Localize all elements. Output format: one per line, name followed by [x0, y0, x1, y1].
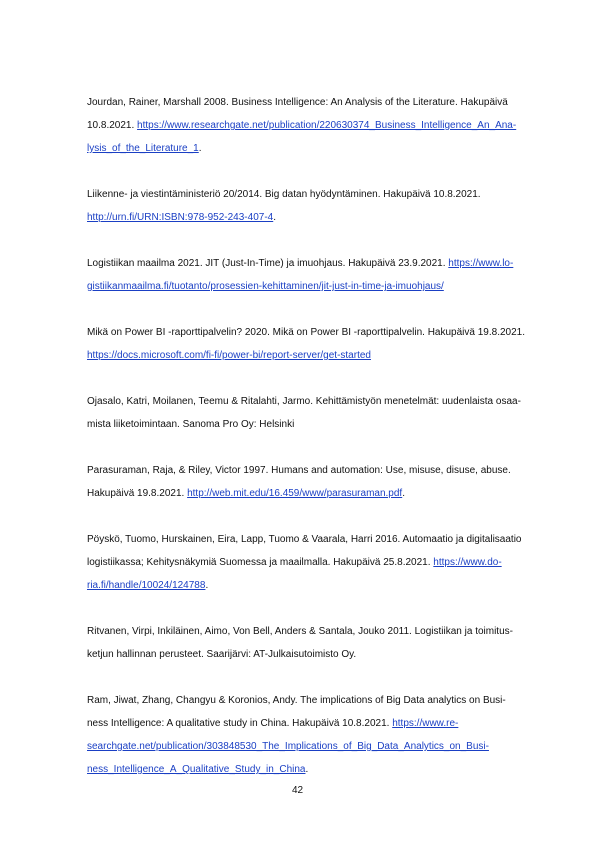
reference-text: Jourdan, Rainer, Marshall 2008. Business… [87, 97, 508, 108]
reference-line: Hakupäivä 19.8.2021. http://web.mit.edu/… [87, 482, 512, 505]
reference-text: Ojasalo, Katri, Moilanen, Teemu & Ritala… [87, 396, 521, 407]
reference-entry: Ojasalo, Katri, Moilanen, Teemu & Ritala… [87, 390, 521, 436]
reference-link[interactable]: https://www.lo- [448, 258, 513, 269]
reference-text: Liikenne- ja viestintäministeriö 20/2014… [87, 189, 481, 200]
reference-line: Ritvanen, Virpi, Inkiläinen, Aimo, Von B… [87, 620, 513, 643]
reference-line: Ram, Jiwat, Zhang, Changyu & Koronios, A… [87, 689, 512, 712]
reference-entry: Ritvanen, Virpi, Inkiläinen, Aimo, Von B… [87, 620, 513, 666]
reference-entry: Liikenne- ja viestintäministeriö 20/2014… [87, 183, 512, 229]
reference-text: logistiikassa; Kehitysnäkymiä Suomessa j… [87, 557, 434, 568]
reference-entry: Jourdan, Rainer, Marshall 2008. Business… [87, 91, 516, 160]
reference-line: https://docs.microsoft.com/fi-fi/power-b… [87, 344, 512, 367]
reference-entry: Mikä on Power BI -raporttipalvelin? 2020… [87, 321, 525, 367]
reference-line: Mikä on Power BI -raporttipalvelin? 2020… [87, 321, 525, 344]
reference-line: Jourdan, Rainer, Marshall 2008. Business… [87, 91, 512, 114]
reference-link[interactable]: searchgate.net/publication/303848530_The… [87, 741, 489, 752]
document-page: Jourdan, Rainer, Marshall 2008. Business… [0, 0, 595, 841]
reference-link[interactable]: ness_Intelligence_A_Qualitative_Study_in… [87, 764, 305, 775]
reference-link[interactable]: https://www.do- [433, 557, 501, 568]
reference-line: 10.8.2021. https://www.researchgate.net/… [87, 114, 516, 137]
reference-line: Pöyskö, Tuomo, Hurskainen, Eira, Lapp, T… [87, 528, 522, 551]
reference-link[interactable]: gistiikanmaailma.fi/tuotanto/prosessien-… [87, 281, 444, 292]
reference-text: Hakupäivä 19.8.2021. [87, 488, 188, 499]
reference-line: Liikenne- ja viestintäministeriö 20/2014… [87, 183, 512, 206]
reference-text: Ritvanen, Virpi, Inkiläinen, Aimo, Von B… [87, 626, 513, 637]
reference-line: Parasuraman, Raja, & Riley, Victor 1997.… [87, 459, 512, 482]
reference-line: ness Intelligence: A qualitative study i… [87, 712, 512, 735]
reference-entry: Ram, Jiwat, Zhang, Changyu & Koronios, A… [87, 689, 512, 781]
reference-punctuation: . [305, 764, 309, 775]
reference-list: Jourdan, Rainer, Marshall 2008. Business… [87, 91, 525, 804]
reference-text: Logistiikan maailma 2021. JIT (Just-In-T… [87, 258, 449, 269]
reference-entry: Logistiikan maailma 2021. JIT (Just-In-T… [87, 252, 513, 298]
reference-line: ketjun hallinnan perusteet. Saarijärvi: … [87, 643, 512, 666]
reference-text: Mikä on Power BI -raporttipalvelin? 2020… [87, 327, 526, 338]
reference-entry: Parasuraman, Raja, & Riley, Victor 1997.… [87, 459, 512, 505]
reference-line: Logistiikan maailma 2021. JIT (Just-In-T… [87, 252, 513, 275]
reference-link[interactable]: ria.fi/handle/10024/124788 [87, 580, 205, 591]
reference-link[interactable]: https://docs.microsoft.com/fi-fi/power-b… [87, 350, 371, 361]
reference-text: Ram, Jiwat, Zhang, Changyu & Koronios, A… [87, 695, 506, 706]
reference-link[interactable]: https://www.re- [392, 718, 458, 729]
reference-punctuation: . [273, 212, 276, 223]
reference-link[interactable]: lysis_of_the_Literature_1 [87, 143, 199, 154]
reference-line: mista liiketoimintaan. Sanoma Pro Oy: He… [87, 413, 512, 436]
reference-link[interactable]: http://web.mit.edu/16.459/www/parasurama… [187, 488, 402, 499]
reference-text: mista liiketoimintaan. Sanoma Pro Oy: He… [87, 419, 295, 430]
page-number: 42 [291, 785, 304, 796]
reference-line: http://urn.fi/URN:ISBN:978-952-243-407-4… [87, 206, 512, 229]
reference-line: searchgate.net/publication/303848530_The… [87, 735, 512, 758]
reference-line: gistiikanmaailma.fi/tuotanto/prosessien-… [87, 275, 512, 298]
reference-text: ness Intelligence: A qualitative study i… [87, 718, 393, 729]
reference-text: ketjun hallinnan perusteet. Saarijärvi: … [87, 649, 357, 660]
reference-line: ness_Intelligence_A_Qualitative_Study_in… [87, 758, 512, 781]
reference-link[interactable]: https://www.researchgate.net/publication… [137, 120, 516, 131]
reference-line: Ojasalo, Katri, Moilanen, Teemu & Ritala… [87, 390, 521, 413]
reference-text: Parasuraman, Raja, & Riley, Victor 1997.… [87, 465, 511, 476]
reference-link[interactable]: http://urn.fi/URN:ISBN:978-952-243-407-4 [87, 212, 273, 223]
reference-punctuation: . [205, 580, 209, 591]
reference-punctuation: . [402, 488, 405, 499]
reference-line: lysis_of_the_Literature_1. [87, 137, 512, 160]
reference-text: 10.8.2021. [87, 120, 138, 131]
reference-line: logistiikassa; Kehitysnäkymiä Suomessa j… [87, 551, 512, 574]
reference-line: ria.fi/handle/10024/124788. [87, 574, 512, 597]
reference-entry: Pöyskö, Tuomo, Hurskainen, Eira, Lapp, T… [87, 528, 522, 597]
reference-text: Pöyskö, Tuomo, Hurskainen, Eira, Lapp, T… [87, 534, 522, 545]
reference-punctuation: . [198, 143, 202, 154]
